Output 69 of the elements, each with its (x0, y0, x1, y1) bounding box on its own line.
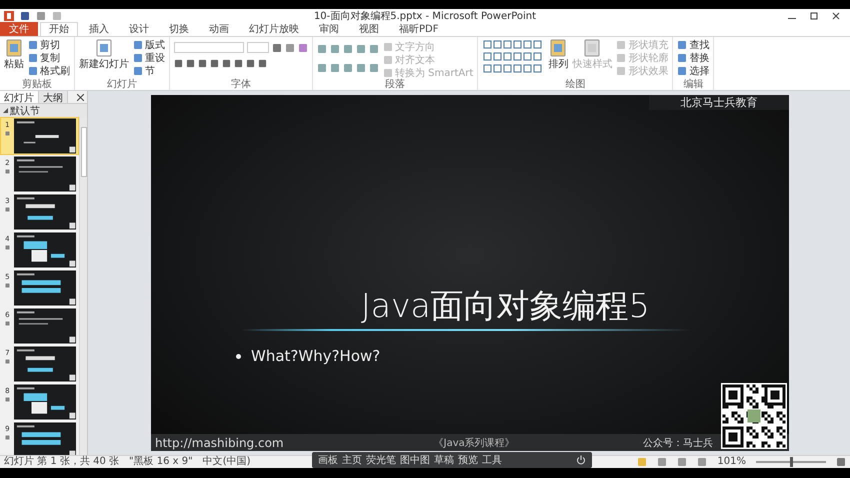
language: 中文(中国) (202, 456, 251, 468)
ribbon-large-button[interactable]: 新建幻灯片 (79, 38, 129, 70)
panel-tab[interactable]: 幻灯片 (0, 91, 39, 103)
slide-thumbnail[interactable] (14, 118, 76, 154)
bullet-text: What?Why?How? (251, 347, 380, 365)
toolbar-item[interactable]: 荧光笔 (366, 453, 396, 467)
group-label: 幻灯片 (106, 79, 138, 90)
ribbon-small-button[interactable]: 格式刷 (28, 64, 70, 77)
slide-thumbnail[interactable] (14, 270, 76, 306)
collapse-icon[interactable] (3, 108, 8, 113)
group-label: 剪贴板 (21, 79, 53, 90)
panel-tab[interactable]: 大纲 (39, 91, 68, 103)
zoom-level: 101% (717, 456, 746, 468)
close-icon[interactable] (832, 12, 840, 20)
ribbon-small-button[interactable]: 查找 (677, 38, 710, 51)
ribbon-tab[interactable]: 视图 (350, 22, 388, 36)
ribbon-tab[interactable]: 动画 (200, 22, 238, 36)
ribbon-large-button[interactable]: 排列 (548, 38, 568, 70)
slide-thumbnail[interactable] (14, 156, 76, 192)
ribbon-tab[interactable]: 切换 (160, 22, 198, 36)
group-label: 绘图 (564, 79, 586, 90)
ribbon-tab[interactable]: 审阅 (310, 22, 348, 36)
slide-thumbnail[interactable] (14, 308, 76, 344)
toolbar-item[interactable]: 主页 (342, 453, 362, 467)
paste-icon (5, 38, 23, 58)
ribbon-tab[interactable]: 福昕PDF (390, 22, 448, 36)
font-size-field[interactable] (247, 42, 269, 53)
group-label: 段落 (384, 79, 406, 90)
ribbon-tab[interactable]: 幻灯片放映 (240, 22, 308, 36)
slide-thumbnail[interactable] (14, 422, 76, 455)
toolbar-item[interactable]: 图中图 (400, 453, 430, 467)
ribbon-tab[interactable]: 文件 (0, 22, 38, 36)
bullet-icon (236, 354, 241, 358)
ribbon-tab[interactable]: 设计 (120, 22, 158, 36)
scroll-bar[interactable] (79, 117, 87, 455)
slide-thumbnail[interactable] (14, 232, 76, 268)
slide-thumbnail[interactable] (14, 346, 76, 382)
group-label: 编辑 (682, 79, 704, 90)
ribbon-small-button[interactable]: 替换 (677, 51, 710, 64)
toolbar-item[interactable]: 预览 (458, 453, 478, 467)
ribbon-small-button[interactable]: 版式 (133, 38, 165, 51)
slide-thumbnail[interactable] (14, 384, 76, 420)
slide-thumbnail[interactable] (14, 194, 76, 230)
toolbar-item[interactable]: 草稿 (434, 453, 454, 467)
header-text: 北京马士兵教育 (680, 95, 758, 110)
slide-info: 幻灯片 第 1 张，共 40 张 (4, 456, 119, 468)
ribbon-tab[interactable]: 开始 (40, 22, 78, 36)
account-name: 公众号：马士兵 (643, 436, 713, 450)
ribbon-small-button[interactable]: 剪切 (28, 38, 70, 51)
close-icon[interactable] (77, 94, 84, 100)
theme-name: "黑板 16 x 9" (128, 456, 193, 468)
qr-code (721, 383, 787, 449)
window-title: 10-面向对象编程5.pptx - Microsoft PowerPoint (312, 10, 538, 22)
restore-icon[interactable] (810, 12, 818, 20)
ribbon-small-button[interactable]: 复制 (28, 51, 70, 64)
toolbar-item[interactable]: 画板 (318, 453, 338, 467)
zoom-thumb[interactable] (790, 457, 793, 467)
website-url: http://mashibing.com (155, 436, 284, 450)
power-icon[interactable] (576, 455, 586, 465)
toolbar-item[interactable]: 工具 (482, 453, 502, 467)
slide-title: Java面向对象编程5 (361, 287, 651, 325)
ribbon-small-button[interactable]: 节 (133, 64, 165, 77)
ribbon-small-button[interactable]: 选择 (677, 64, 710, 77)
ribbon-tab[interactable]: 插入 (80, 22, 118, 36)
group-label: 字体 (230, 79, 252, 90)
ribbon-small-button[interactable]: 重设 (133, 51, 165, 64)
course-name: 《Java系列课程》 (434, 436, 515, 450)
ribbon-large-button[interactable]: 粘贴 (4, 38, 24, 70)
font-name-field[interactable] (174, 42, 244, 53)
